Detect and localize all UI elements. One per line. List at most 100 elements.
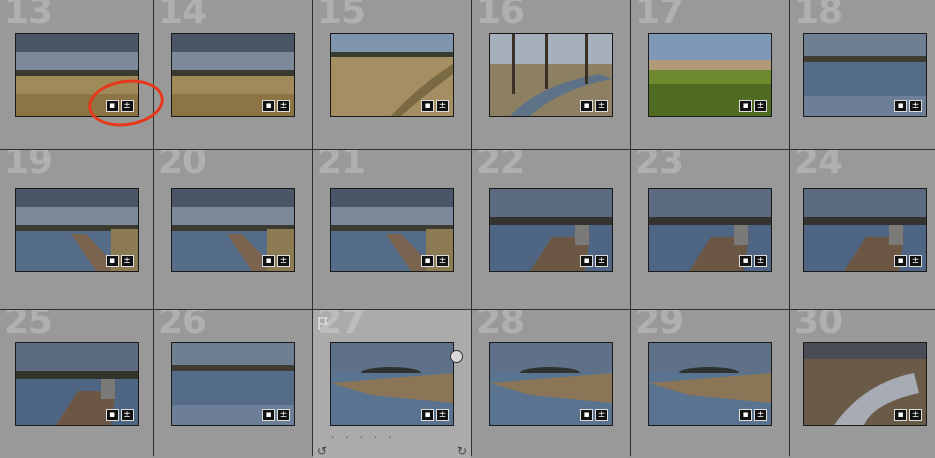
develop-adjustment-icon[interactable]: ± xyxy=(909,99,922,112)
photo-thumbnail[interactable]: ▪ ± xyxy=(489,342,613,426)
thumbnail-badges: ▪ ± xyxy=(262,99,290,112)
develop-adjustment-icon[interactable]: ± xyxy=(277,254,290,267)
photo-thumbnail[interactable]: ▪ ± xyxy=(489,32,613,117)
grid-cell-24[interactable]: 24 ▪ ± xyxy=(790,150,935,309)
thumbnail-badges: ▪ ± xyxy=(105,99,134,112)
comment-icon[interactable]: ▪ xyxy=(580,409,593,421)
comment-icon[interactable]: ▪ xyxy=(105,254,119,267)
comment-icon[interactable]: ▪ xyxy=(894,409,907,421)
grid-cell-15[interactable]: 15 ▪ ± xyxy=(313,0,471,149)
thumbnail-badges: ▪ ± xyxy=(105,254,134,267)
grid-cell-21[interactable]: 21 ▪ ± xyxy=(313,150,471,309)
thumbnail-badges: ▪ ± xyxy=(262,409,290,421)
quick-collection-circle-icon[interactable] xyxy=(450,350,463,363)
thumbnail-badges: ▪ ± xyxy=(894,254,922,267)
comment-icon[interactable]: ▪ xyxy=(580,254,593,267)
cell-index-number: 30 xyxy=(794,310,843,342)
develop-adjustment-icon[interactable]: ± xyxy=(754,254,767,267)
thumbnail-badges: ▪ ± xyxy=(739,409,767,421)
photo-thumbnail[interactable]: ▪ ± xyxy=(14,342,139,426)
thumbnail-badges: ▪ ± xyxy=(421,409,449,421)
develop-adjustment-icon[interactable]: ± xyxy=(120,254,134,267)
develop-adjustment-icon[interactable]: ± xyxy=(754,99,767,112)
photo-thumbnail[interactable]: ▪ ± xyxy=(14,32,139,117)
photo-thumbnail[interactable]: ▪ ± xyxy=(330,32,454,117)
star-rating-dots[interactable]: · · · · · xyxy=(331,433,396,444)
comment-icon[interactable]: ▪ xyxy=(421,254,434,267)
grid-cell-18[interactable]: 18 ▪ ± xyxy=(790,0,935,149)
photo-thumbnail[interactable]: ▪ ± xyxy=(171,342,295,426)
cell-index-number: 15 xyxy=(317,0,366,32)
comment-icon[interactable]: ▪ xyxy=(262,254,275,267)
develop-adjustment-icon[interactable]: ± xyxy=(436,254,449,267)
thumbnail-badges: ▪ ± xyxy=(894,409,922,421)
grid-cell-23[interactable]: 23 ▪ ± xyxy=(631,150,789,309)
develop-adjustment-icon[interactable]: ± xyxy=(120,99,134,112)
thumbnail-badges: ▪ ± xyxy=(105,409,134,421)
develop-adjustment-icon[interactable]: ± xyxy=(595,254,608,267)
comment-icon[interactable]: ▪ xyxy=(739,254,752,267)
cell-index-number: 22 xyxy=(476,150,525,182)
develop-adjustment-icon[interactable]: ± xyxy=(120,409,134,421)
develop-adjustment-icon[interactable]: ± xyxy=(595,409,608,421)
comment-icon[interactable]: ▪ xyxy=(421,99,434,112)
develop-adjustment-icon[interactable]: ± xyxy=(436,409,449,421)
comment-icon[interactable]: ▪ xyxy=(894,99,907,112)
flag-icon[interactable] xyxy=(318,315,328,330)
photo-thumbnail[interactable]: ▪ ± xyxy=(803,32,927,117)
comment-icon[interactable]: ▪ xyxy=(262,409,275,421)
cell-index-number: 14 xyxy=(158,0,207,32)
photo-thumbnail[interactable]: ▪ ± xyxy=(648,187,772,272)
grid-cell-28[interactable]: 28 ▪ ± xyxy=(472,310,630,458)
develop-adjustment-icon[interactable]: ± xyxy=(436,99,449,112)
grid-cell-17[interactable]: 17 ▪ ± xyxy=(631,0,789,149)
cell-index-number: 21 xyxy=(317,150,366,182)
cell-index-number: 28 xyxy=(476,310,525,342)
photo-thumbnail[interactable]: ▪ ± xyxy=(330,187,454,272)
filmstrip-grid: 13 ▪ ±14 ▪ ±15 ▪ ±16 ▪ ±17 ▪ ±18 ▪ ±19 ▪ ±20 ▪ ±21 ▪ ±22 ▪ ±… xyxy=(0,0,935,458)
grid-cell-22[interactable]: 22 ▪ ± xyxy=(472,150,630,309)
photo-thumbnail[interactable]: ▪ ± xyxy=(171,187,295,272)
photo-thumbnail[interactable]: ▪ ± xyxy=(648,342,772,426)
cell-index-number: 26 xyxy=(158,310,207,342)
photo-thumbnail[interactable]: ▪ ± xyxy=(803,342,927,426)
comment-icon[interactable]: ▪ xyxy=(739,409,752,421)
grid-cell-30[interactable]: 30 ▪ ± xyxy=(790,310,935,458)
comment-icon[interactable]: ▪ xyxy=(580,99,593,112)
cell-index-number: 25 xyxy=(4,310,53,342)
cell-index-number: 18 xyxy=(794,0,843,32)
comment-icon[interactable]: ▪ xyxy=(421,409,434,421)
comment-icon[interactable]: ▪ xyxy=(262,99,275,112)
comment-icon[interactable]: ▪ xyxy=(105,99,119,112)
grid-cell-27[interactable]: 27 ▪ ± · · · · · ↺ ↻ xyxy=(313,310,471,458)
develop-adjustment-icon[interactable]: ± xyxy=(909,409,922,421)
grid-cell-19[interactable]: 19 ▪ ± xyxy=(0,150,153,309)
thumbnail-badges: ▪ ± xyxy=(580,409,608,421)
develop-adjustment-icon[interactable]: ± xyxy=(595,99,608,112)
cell-index-number: 29 xyxy=(635,310,684,342)
photo-thumbnail[interactable]: ▪ ± xyxy=(648,32,772,117)
comment-icon[interactable]: ▪ xyxy=(739,99,752,112)
photo-thumbnail[interactable]: ▪ ± xyxy=(489,187,613,272)
grid-cell-16[interactable]: 16 ▪ ± xyxy=(472,0,630,149)
cell-index-number: 23 xyxy=(635,150,684,182)
grid-cell-29[interactable]: 29 ▪ ± xyxy=(631,310,789,458)
grid-cell-13[interactable]: 13 ▪ ± xyxy=(0,0,153,149)
grid-cell-14[interactable]: 14 ▪ ± xyxy=(154,0,312,149)
photo-thumbnail[interactable]: ▪ ± xyxy=(330,342,454,426)
comment-icon[interactable]: ▪ xyxy=(105,409,119,421)
photo-thumbnail[interactable]: ▪ ± xyxy=(171,32,295,117)
develop-adjustment-icon[interactable]: ± xyxy=(277,99,290,112)
grid-cell-20[interactable]: 20 ▪ ± xyxy=(154,150,312,309)
develop-adjustment-icon[interactable]: ± xyxy=(754,409,767,421)
comment-icon[interactable]: ▪ xyxy=(894,254,907,267)
thumbnail-badges: ▪ ± xyxy=(421,99,449,112)
photo-thumbnail[interactable]: ▪ ± xyxy=(14,187,139,272)
thumbnail-badges: ▪ ± xyxy=(739,254,767,267)
thumbnail-badges: ▪ ± xyxy=(262,254,290,267)
develop-adjustment-icon[interactable]: ± xyxy=(277,409,290,421)
photo-thumbnail[interactable]: ▪ ± xyxy=(803,187,927,272)
develop-adjustment-icon[interactable]: ± xyxy=(909,254,922,267)
grid-cell-26[interactable]: 26 ▪ ± xyxy=(154,310,312,458)
grid-cell-25[interactable]: 25 ▪ ± xyxy=(0,310,153,458)
